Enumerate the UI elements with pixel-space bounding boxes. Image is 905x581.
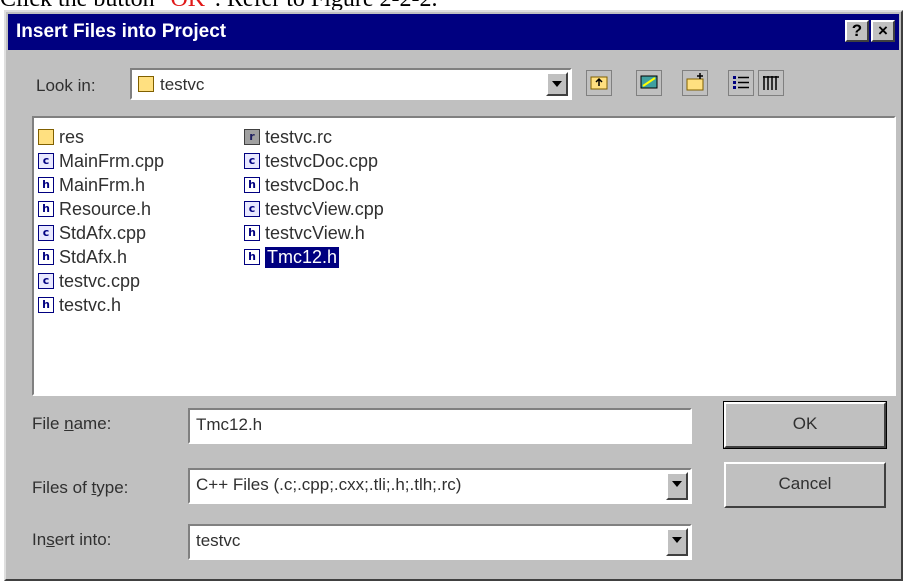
file-name-text: testvc.h [59,294,122,315]
header-file-icon: h [38,177,54,193]
file-name-text: Tmc12.h [265,246,340,268]
list-view-icon [733,76,749,89]
file-name-text: testvcView.h [265,222,365,243]
up-one-level-icon [590,76,608,90]
cpp-file-icon: c [244,153,260,169]
insert-into-value: testvc [196,531,241,550]
list-view-button[interactable] [728,70,754,96]
file-list-item[interactable]: h testvc.h [38,294,121,316]
dialog-title: Insert Files into Project [16,21,227,42]
look-in-select[interactable]: testvc [130,68,572,100]
details-view-icon [763,76,779,90]
file-list-item[interactable]: c testvcView.cpp [244,198,384,220]
header-file-icon: h [38,249,54,265]
desktop-icon [640,75,658,89]
file-list-item[interactable]: c MainFrm.cpp [38,150,164,172]
look-in-label: Look in: [36,76,96,95]
file-name-text: testvcView.cpp [265,198,384,219]
new-folder-icon [686,73,704,91]
details-view-button[interactable] [758,70,784,96]
file-list-item[interactable]: c testvc.cpp [38,270,140,292]
file-list-item[interactable]: res [38,126,84,148]
file-name-text: res [59,126,85,147]
file-list-item[interactable]: h Resource.h [38,198,151,220]
insert-into-select[interactable]: testvc [188,524,692,560]
file-list-item[interactable]: h MainFrm.h [38,174,145,196]
close-button[interactable]: × [871,20,895,42]
file-name-text: testvcDoc.cpp [265,150,379,171]
file-name-label: File name: [32,414,112,433]
file-name-text: testvc.cpp [59,270,141,291]
file-name-text: StdAfx.h [59,246,128,267]
file-name-text: testvcDoc.h [265,174,360,195]
file-name-text: StdAfx.cpp [59,222,147,243]
files-of-type-value: C++ Files (.c;.cpp;.cxx;.tli;.h;.tlh;.rc… [196,475,462,494]
files-of-type-label: Files of type: [32,478,129,497]
cpp-file-icon: c [38,153,54,169]
file-list-item[interactable]: h Tmc12.h [244,246,340,268]
folder-icon [138,76,154,92]
help-button[interactable]: ? [845,20,869,42]
file-name-text: testvc.rc [265,126,333,147]
chevron-down-icon[interactable] [666,472,688,500]
new-folder-button[interactable] [682,70,708,96]
desktop-button[interactable] [636,70,662,96]
folder-icon [38,129,54,145]
file-list-item[interactable]: h testvcView.h [244,222,365,244]
file-name-text: MainFrm.h [59,174,146,195]
chevron-down-icon[interactable] [546,72,568,96]
header-file-icon: h [244,249,260,265]
insert-files-dialog: Insert Files into Project ? × Look in: t… [4,10,903,581]
up-one-level-button[interactable] [586,70,612,96]
file-list-item[interactable]: c StdAfx.cpp [38,222,146,244]
file-list[interactable]: res c MainFrm.cpp h MainFrm.h h Resource.h c Std… [32,116,896,396]
file-list-item[interactable]: h StdAfx.h [38,246,127,268]
file-name-text: MainFrm.cpp [59,150,165,171]
chevron-down-icon[interactable] [666,528,688,556]
look-in-value: testvc [160,75,205,94]
file-name-value: Tmc12.h [196,415,263,434]
title-bar[interactable]: Insert Files into Project ? × [8,14,899,50]
cpp-file-icon: c [244,201,260,217]
cpp-file-icon: c [38,273,54,289]
ok-button[interactable]: OK [723,401,887,449]
cancel-button[interactable]: Cancel [724,462,886,508]
insert-into-label: Insert into: [32,530,112,549]
header-file-icon: h [244,225,260,241]
resource-file-icon: r [244,129,260,145]
file-list-item[interactable]: r testvc.rc [244,126,332,148]
file-list-item[interactable]: c testvcDoc.cpp [244,150,378,172]
header-file-icon: h [38,201,54,217]
file-list-item[interactable]: h testvcDoc.h [244,174,359,196]
file-name-text: Resource.h [59,198,152,219]
files-of-type-select[interactable]: C++ Files (.c;.cpp;.cxx;.tli;.h;.tlh;.rc… [188,468,692,504]
header-file-icon: h [244,177,260,193]
header-file-icon: h [38,297,54,313]
file-name-input[interactable]: Tmc12.h [188,408,692,444]
cpp-file-icon: c [38,225,54,241]
